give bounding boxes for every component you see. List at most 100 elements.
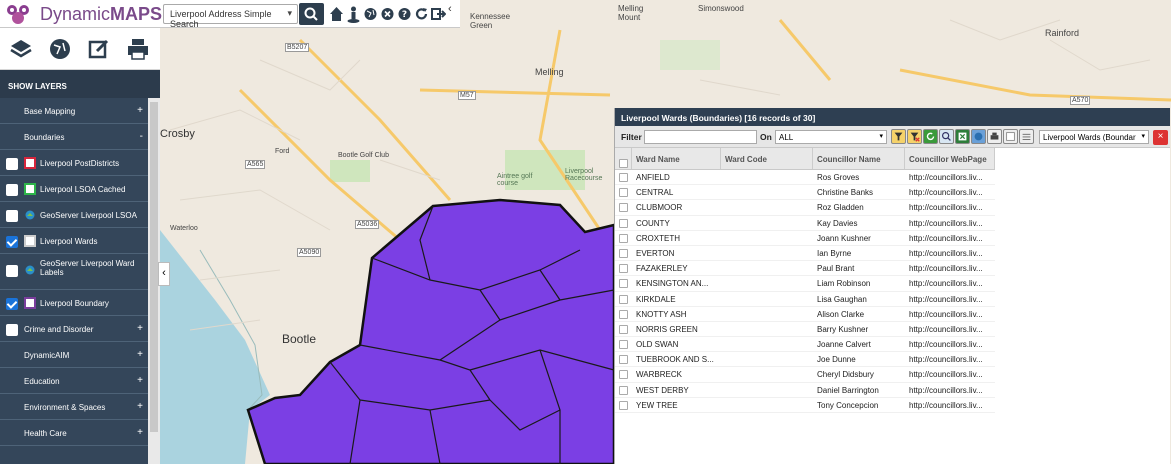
clear-filter-icon[interactable] bbox=[907, 129, 922, 144]
table-row[interactable]: CLUBMOOR Roz Gladden http://councillors.li… bbox=[615, 200, 995, 216]
layer-geoserver-ward-labels[interactable]: GeoServer Liverpool Ward Labels bbox=[0, 254, 148, 290]
layer-liverpool-boundary[interactable]: Liverpool Boundary bbox=[0, 290, 148, 316]
select-all-cell[interactable] bbox=[615, 148, 632, 169]
table-row[interactable]: COUNTY Kay Davies http://councillors.liv..… bbox=[615, 216, 995, 231]
table-row[interactable]: KNOTTY ASH Alison Clarke http://councillor… bbox=[615, 307, 995, 322]
expand-icon[interactable]: + bbox=[137, 375, 143, 386]
table-row[interactable]: KENSINGTON AN... Liam Robinson http://coun… bbox=[615, 276, 995, 292]
print-icon[interactable] bbox=[126, 37, 150, 61]
councillor-webpage-cell[interactable]: http://councillors.liv... bbox=[905, 367, 995, 381]
zoom-icon[interactable] bbox=[939, 129, 954, 144]
councillor-webpage-cell[interactable]: http://councillors.liv... bbox=[905, 383, 995, 397]
person-location-icon[interactable] bbox=[346, 4, 361, 24]
layer-group-crime-and-disorder[interactable]: Crime and Disorder + bbox=[0, 316, 148, 342]
councillor-webpage-cell[interactable]: http://councillors.liv... bbox=[905, 307, 995, 321]
table-row[interactable]: NORRIS GREEN Barry Kushner http://councill… bbox=[615, 322, 995, 338]
councillor-webpage-cell[interactable]: http://councillors.liv... bbox=[905, 216, 995, 230]
row-select-cell[interactable] bbox=[615, 216, 632, 230]
layer-geoserver-liverpool-lsoa[interactable]: GeoServer Liverpool LSOA bbox=[0, 202, 148, 228]
table-row[interactable]: FAZAKERLEY Paul Brant http://councillors.l… bbox=[615, 261, 995, 277]
row-checkbox[interactable] bbox=[619, 309, 628, 319]
collapse-icon[interactable]: - bbox=[140, 131, 143, 142]
layer-checkbox[interactable] bbox=[6, 184, 18, 196]
clear-icon[interactable] bbox=[1003, 129, 1018, 144]
row-select-cell[interactable] bbox=[615, 231, 632, 245]
expand-icon[interactable]: + bbox=[137, 105, 143, 116]
filter-input[interactable] bbox=[644, 130, 757, 144]
layer-checkbox[interactable] bbox=[6, 324, 18, 336]
councillor-webpage-cell[interactable]: http://councillors.liv... bbox=[905, 276, 995, 290]
layers-icon[interactable] bbox=[9, 37, 33, 61]
home-icon[interactable] bbox=[329, 4, 344, 24]
select-all-checkbox[interactable] bbox=[619, 159, 628, 168]
row-select-cell[interactable] bbox=[615, 383, 632, 397]
refresh-icon[interactable] bbox=[923, 129, 938, 144]
table-row[interactable]: CENTRAL Christine Banks http://councillors… bbox=[615, 185, 995, 201]
councillor-webpage-cell[interactable]: http://councillors.liv... bbox=[905, 170, 995, 184]
row-checkbox[interactable] bbox=[619, 248, 628, 258]
table-row[interactable]: EVERTON Ian Byrne http://councillors.liv..… bbox=[615, 246, 995, 262]
row-select-cell[interactable] bbox=[615, 261, 632, 275]
layer-checkbox[interactable] bbox=[6, 158, 18, 170]
table-row[interactable]: TUEBROOK AND S... Joe Dunne http://council… bbox=[615, 352, 995, 368]
row-checkbox[interactable] bbox=[619, 370, 628, 380]
table-row[interactable]: OLD SWAN Joanne Calvert http://councillors… bbox=[615, 337, 995, 353]
row-checkbox[interactable] bbox=[619, 218, 628, 228]
councillor-webpage-cell[interactable]: http://councillors.liv... bbox=[905, 398, 995, 412]
close-panel-button[interactable]: × bbox=[1153, 130, 1168, 145]
chevron-left-icon[interactable]: ‹ bbox=[448, 3, 458, 17]
layer-group-boundaries[interactable]: Boundaries - bbox=[0, 124, 148, 150]
collapse-sidebar-chevron-icon[interactable]: ‹ bbox=[158, 262, 170, 286]
row-select-cell[interactable] bbox=[615, 276, 632, 290]
row-checkbox[interactable] bbox=[619, 173, 628, 182]
help-icon[interactable]: ? bbox=[397, 4, 412, 24]
table-row[interactable]: KIRKDALE Lisa Gaughan http://councillors.l… bbox=[615, 292, 995, 307]
councillor-webpage-cell[interactable]: http://councillors.liv... bbox=[905, 261, 995, 275]
export-excel-icon[interactable] bbox=[955, 129, 970, 144]
address-search-select[interactable]: Liverpool Address Simple Search ▾ bbox=[163, 4, 298, 29]
table-row[interactable]: YEW TREE Tony Concepcion http://councillor… bbox=[615, 398, 995, 413]
filter-field-select[interactable]: ALL ▾ bbox=[775, 130, 887, 144]
row-select-cell[interactable] bbox=[615, 200, 632, 214]
column-header-ward-name[interactable]: Ward Name bbox=[632, 148, 721, 169]
row-select-cell[interactable] bbox=[615, 292, 632, 306]
row-select-cell[interactable] bbox=[615, 352, 632, 366]
filter-icon[interactable] bbox=[891, 129, 906, 144]
expand-icon[interactable]: + bbox=[137, 427, 143, 438]
layer-checkbox-checked[interactable] bbox=[6, 298, 18, 310]
column-header-councillor-webpage[interactable]: Councillor WebPage bbox=[905, 148, 995, 169]
layer-group-dynamicaim[interactable]: DynamicAIM + bbox=[0, 342, 148, 368]
table-row[interactable]: WEST DERBY Daniel Barrington http://counci… bbox=[615, 383, 995, 398]
row-select-cell[interactable] bbox=[615, 170, 632, 184]
row-checkbox[interactable] bbox=[619, 385, 628, 395]
globe-icon[interactable] bbox=[971, 129, 986, 144]
row-select-cell[interactable] bbox=[615, 367, 632, 381]
print-icon[interactable] bbox=[987, 129, 1002, 144]
layer-checkbox[interactable] bbox=[6, 210, 18, 222]
councillor-webpage-cell[interactable]: http://councillors.liv... bbox=[905, 246, 995, 260]
layer-group-health-care[interactable]: Health Care + bbox=[0, 420, 148, 446]
expand-icon[interactable]: + bbox=[137, 349, 143, 360]
councillor-webpage-cell[interactable]: http://councillors.liv... bbox=[905, 352, 995, 366]
layer-liverpool-postdistricts[interactable]: Liverpool PostDistricts bbox=[0, 150, 148, 176]
row-checkbox[interactable] bbox=[619, 203, 628, 213]
row-checkbox[interactable] bbox=[619, 324, 628, 334]
row-select-cell[interactable] bbox=[615, 337, 632, 351]
refresh-icon[interactable] bbox=[414, 4, 429, 24]
councillor-webpage-cell[interactable]: http://councillors.liv... bbox=[905, 337, 995, 351]
councillor-webpage-cell[interactable]: http://councillors.liv... bbox=[905, 322, 995, 336]
layer-checkbox[interactable] bbox=[6, 265, 18, 277]
row-select-cell[interactable] bbox=[615, 322, 632, 336]
layer-group-environment-spaces[interactable]: Environment & Spaces + bbox=[0, 394, 148, 420]
edit-icon[interactable] bbox=[87, 37, 111, 61]
layer-liverpool-wards[interactable]: Liverpool Wards bbox=[0, 228, 148, 254]
column-header-councillor-name[interactable]: Councillor Name bbox=[813, 148, 905, 169]
councillor-webpage-cell[interactable]: http://councillors.liv... bbox=[905, 185, 995, 199]
column-header-ward-code[interactable]: Ward Code bbox=[721, 148, 813, 169]
councillor-webpage-cell[interactable]: http://councillors.liv... bbox=[905, 292, 995, 306]
row-checkbox[interactable] bbox=[619, 233, 628, 243]
globe-icon[interactable] bbox=[48, 37, 72, 61]
row-checkbox[interactable] bbox=[619, 340, 628, 350]
layer-liverpool-lsoa-cached[interactable]: Liverpool LSOA Cached bbox=[0, 176, 148, 202]
globe-icon[interactable] bbox=[363, 4, 378, 24]
